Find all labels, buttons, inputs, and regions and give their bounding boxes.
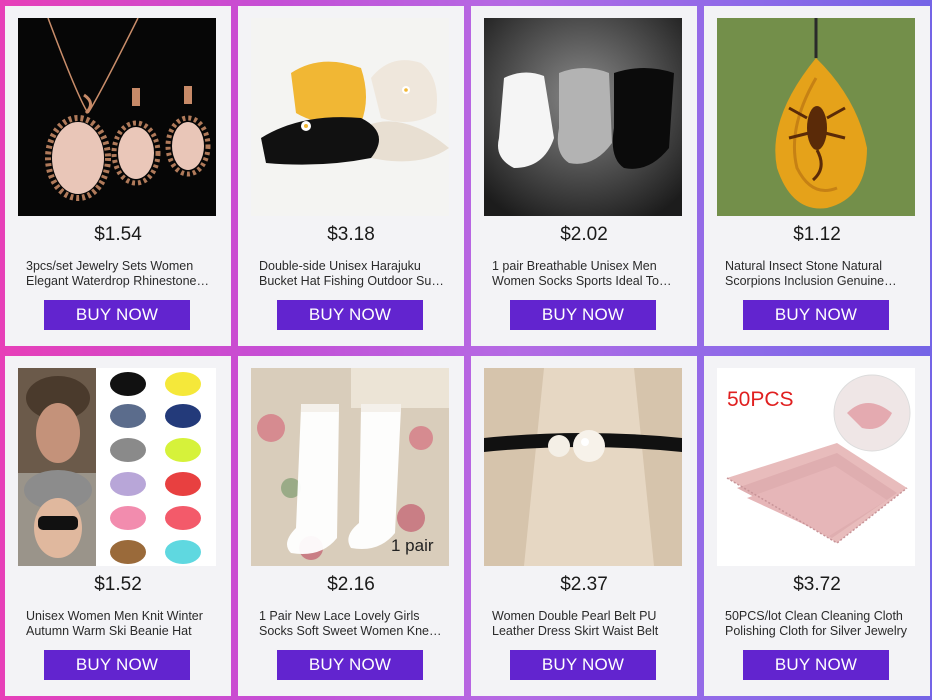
product-title[interactable]: Double-side Unisex Harajuku Bucket Hat F… xyxy=(259,259,445,289)
product-title[interactable]: Women Double Pearl Belt PU Leather Dress… xyxy=(492,609,678,639)
buy-now-button[interactable]: BUY NOW xyxy=(44,650,190,680)
product-card[interactable]: $3.18 Double-side Unisex Harajuku Bucket… xyxy=(238,6,464,346)
product-card[interactable]: $1.54 3pcs/set Jewelry Sets Women Elegan… xyxy=(5,6,231,346)
product-title[interactable]: 50PCS/lot Clean Cleaning Cloth Polishing… xyxy=(725,609,911,639)
product-image[interactable]: 1 pair xyxy=(251,368,449,566)
buy-now-button[interactable]: BUY NOW xyxy=(510,300,656,330)
product-image[interactable] xyxy=(484,368,682,566)
product-price: $3.72 xyxy=(793,574,841,595)
product-title[interactable]: 3pcs/set Jewelry Sets Women Elegant Wate… xyxy=(26,259,212,289)
product-card[interactable]: 50PCS $3.72 50PCS/lot Clean Cleaning Clo… xyxy=(704,356,930,696)
overlay-label: 50PCS xyxy=(727,388,794,411)
buy-now-button[interactable]: BUY NOW xyxy=(277,300,423,330)
product-card[interactable]: $2.02 1 pair Breathable Unisex Men Women… xyxy=(471,6,697,346)
product-price: $2.16 xyxy=(327,574,375,595)
product-title[interactable]: 1 pair Breathable Unisex Men Women Socks… xyxy=(492,259,678,289)
product-image[interactable]: 50PCS xyxy=(717,368,915,566)
product-price: $1.12 xyxy=(793,224,841,245)
buy-now-button[interactable]: BUY NOW xyxy=(743,300,889,330)
product-price: $3.18 xyxy=(327,224,375,245)
product-image[interactable] xyxy=(18,368,216,566)
product-title[interactable]: 1 Pair New Lace Lovely Girls Socks Soft … xyxy=(259,609,445,639)
product-title[interactable]: Natural Insect Stone Natural Scorpions I… xyxy=(725,259,911,289)
product-card[interactable]: $1.52 Unisex Women Men Knit Winter Autum… xyxy=(5,356,231,696)
buy-now-button[interactable]: BUY NOW xyxy=(743,650,889,680)
buy-now-button[interactable]: BUY NOW xyxy=(510,650,656,680)
product-card[interactable]: $2.37 Women Double Pearl Belt PU Leather… xyxy=(471,356,697,696)
product-image[interactable] xyxy=(251,18,449,216)
product-price: $1.52 xyxy=(94,574,142,595)
overlay-label: 1 pair xyxy=(391,536,434,555)
product-price: $2.37 xyxy=(560,574,608,595)
product-grid: $1.54 3pcs/set Jewelry Sets Women Elegan… xyxy=(0,0,932,700)
product-title[interactable]: Unisex Women Men Knit Winter Autumn Warm… xyxy=(26,609,212,639)
product-card[interactable]: 1 pair $2.16 1 Pair New Lace Lovely Girl… xyxy=(238,356,464,696)
product-image[interactable] xyxy=(484,18,682,216)
product-image[interactable] xyxy=(717,18,915,216)
product-price: $2.02 xyxy=(560,224,608,245)
product-card[interactable]: $1.12 Natural Insect Stone Natural Scorp… xyxy=(704,6,930,346)
buy-now-button[interactable]: BUY NOW xyxy=(44,300,190,330)
product-price: $1.54 xyxy=(94,224,142,245)
product-image[interactable] xyxy=(18,18,216,216)
buy-now-button[interactable]: BUY NOW xyxy=(277,650,423,680)
